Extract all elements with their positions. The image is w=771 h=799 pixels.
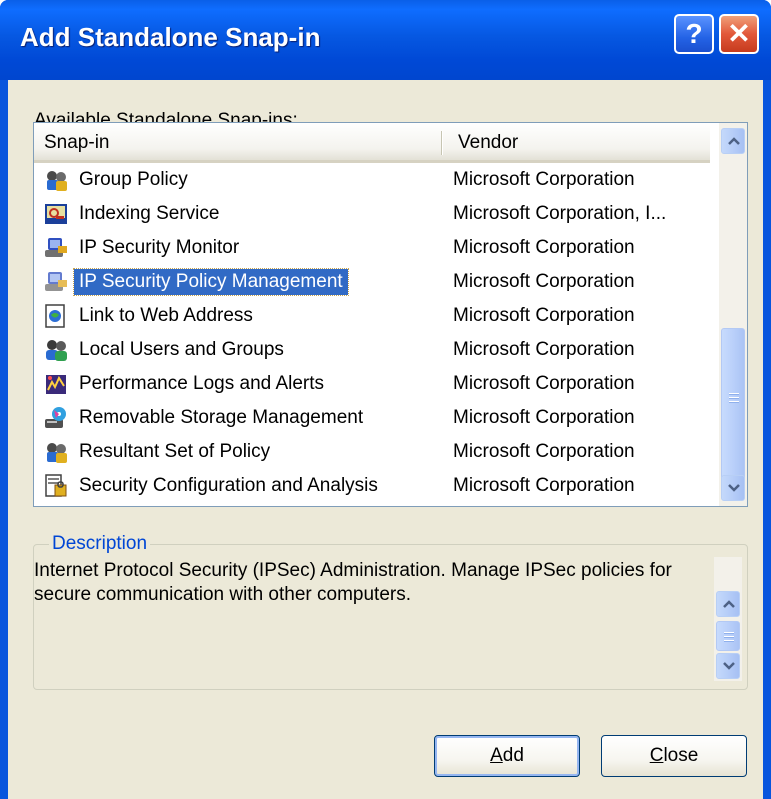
snapin-name: Resultant Set of Policy: [79, 441, 271, 462]
help-button[interactable]: ?: [674, 14, 714, 54]
security-configuration-icon: [45, 474, 67, 497]
snapin-vendor: Microsoft Corporation: [453, 339, 635, 360]
snapin-name: Performance Logs and Alerts: [79, 373, 325, 394]
performance-logs-icon: [46, 375, 66, 394]
snapin-list[interactable]: Snap-in Vendor Group Policy Microsoft Co…: [33, 122, 748, 507]
users-groups-icon: [46, 340, 67, 361]
list-row[interactable]: IP Security Policy Management Microsoft …: [34, 265, 710, 299]
indexing-service-icon: [45, 204, 67, 224]
snapin-vendor: Microsoft Corporation: [453, 373, 635, 394]
snapin-vendor: Microsoft Corporation: [453, 169, 635, 190]
close-label-rest: lose: [663, 745, 699, 766]
grip-line: [724, 632, 734, 633]
column-header-vendor[interactable]: Vendor: [458, 132, 518, 154]
grip-line: [729, 393, 739, 394]
scroll-down-button[interactable]: [721, 475, 745, 501]
list-row[interactable]: Link to Web Address Microsoft Corporatio…: [34, 299, 710, 333]
list-row[interactable]: Performance Logs and Alerts Microsoft Co…: [34, 367, 710, 401]
scroll-up-button[interactable]: [721, 128, 745, 154]
snapin-vendor: Microsoft Corporation: [453, 407, 635, 428]
resultant-set-policy-icon: [47, 443, 67, 463]
title-bar[interactable]: Add Standalone Snap-in ? ✕: [0, 0, 771, 80]
ip-security-monitor-icon: [45, 238, 67, 257]
list-row[interactable]: Indexing Service Microsoft Corporation, …: [34, 197, 710, 231]
ip-security-policy-icon: [45, 272, 67, 291]
description-group: Description Internet Protocol Security (…: [33, 533, 748, 690]
snapin-name: Indexing Service: [79, 203, 220, 224]
snapin-name: Security Configuration and Analysis: [79, 475, 378, 496]
close-mnemonic: C: [649, 745, 664, 766]
grip-line: [724, 640, 734, 641]
snapin-name: Local Users and Groups: [79, 339, 284, 360]
snapin-vendor: Microsoft Corporation: [453, 475, 635, 496]
scroll-thumb[interactable]: [716, 621, 740, 651]
snapin-vendor: Microsoft Corporation: [453, 271, 635, 292]
list-header: Snap-in Vendor: [34, 123, 710, 163]
snapin-name: IP Security Policy Management: [73, 268, 349, 296]
close-window-button[interactable]: ✕: [719, 14, 759, 54]
add-mnemonic: A: [490, 745, 503, 766]
column-divider[interactable]: [441, 131, 442, 155]
snapin-name: Removable Storage Management: [79, 407, 364, 428]
description-legend: Description: [49, 533, 151, 555]
arrow-up-icon: [728, 137, 740, 145]
snapin-vendor: Microsoft Corporation, I...: [453, 203, 667, 224]
grip-line: [724, 636, 734, 637]
add-label-rest: dd: [502, 745, 524, 766]
list-row[interactable]: IP Security Monitor Microsoft Corporatio…: [34, 231, 710, 265]
list-row[interactable]: Security Configuration and Analysis Micr…: [34, 469, 710, 503]
close-button[interactable]: Close: [601, 735, 747, 777]
arrow-down-icon: [728, 484, 740, 492]
list-row[interactable]: Group Policy Microsoft Corporation: [34, 163, 710, 197]
arrow-down-icon: [723, 662, 735, 670]
scroll-up-button[interactable]: [716, 591, 740, 617]
list-scrollbar[interactable]: [719, 123, 747, 506]
add-button[interactable]: Add: [434, 735, 580, 777]
snapin-name: IP Security Monitor: [79, 237, 240, 258]
list-row[interactable]: Removable Storage Management Microsoft C…: [34, 401, 710, 435]
dialog-title: Add Standalone Snap-in: [20, 22, 321, 52]
description-text: Internet Protocol Security (IPSec) Admin…: [34, 560, 672, 605]
grip-line: [729, 401, 739, 402]
snapin-vendor: Microsoft Corporation: [453, 237, 635, 258]
list-row[interactable]: Local Users and Groups Microsoft Corpora…: [34, 333, 710, 367]
scroll-down-button[interactable]: [716, 653, 740, 679]
snapin-vendor: Microsoft Corporation: [453, 305, 635, 326]
grip-line: [729, 397, 739, 398]
web-link-icon: [45, 304, 65, 328]
dialog-body: Available Standalone Snap-ins: Snap-in V…: [8, 80, 763, 799]
description-scrollbar[interactable]: [714, 557, 742, 681]
group-policy-icon: [47, 171, 67, 191]
removable-storage-icon: [45, 407, 66, 428]
dialog-window: Add Standalone Snap-in ? ✕ Available Sta…: [0, 0, 771, 799]
list-row[interactable]: Resultant Set of Policy Microsoft Corpor…: [34, 435, 710, 469]
arrow-up-icon: [723, 600, 735, 608]
column-header-snapin[interactable]: Snap-in: [44, 132, 110, 154]
snapin-vendor: Microsoft Corporation: [453, 441, 635, 462]
snapin-name: Link to Web Address: [79, 305, 253, 326]
snapin-name: Group Policy: [79, 169, 188, 190]
scroll-thumb[interactable]: [721, 328, 745, 480]
